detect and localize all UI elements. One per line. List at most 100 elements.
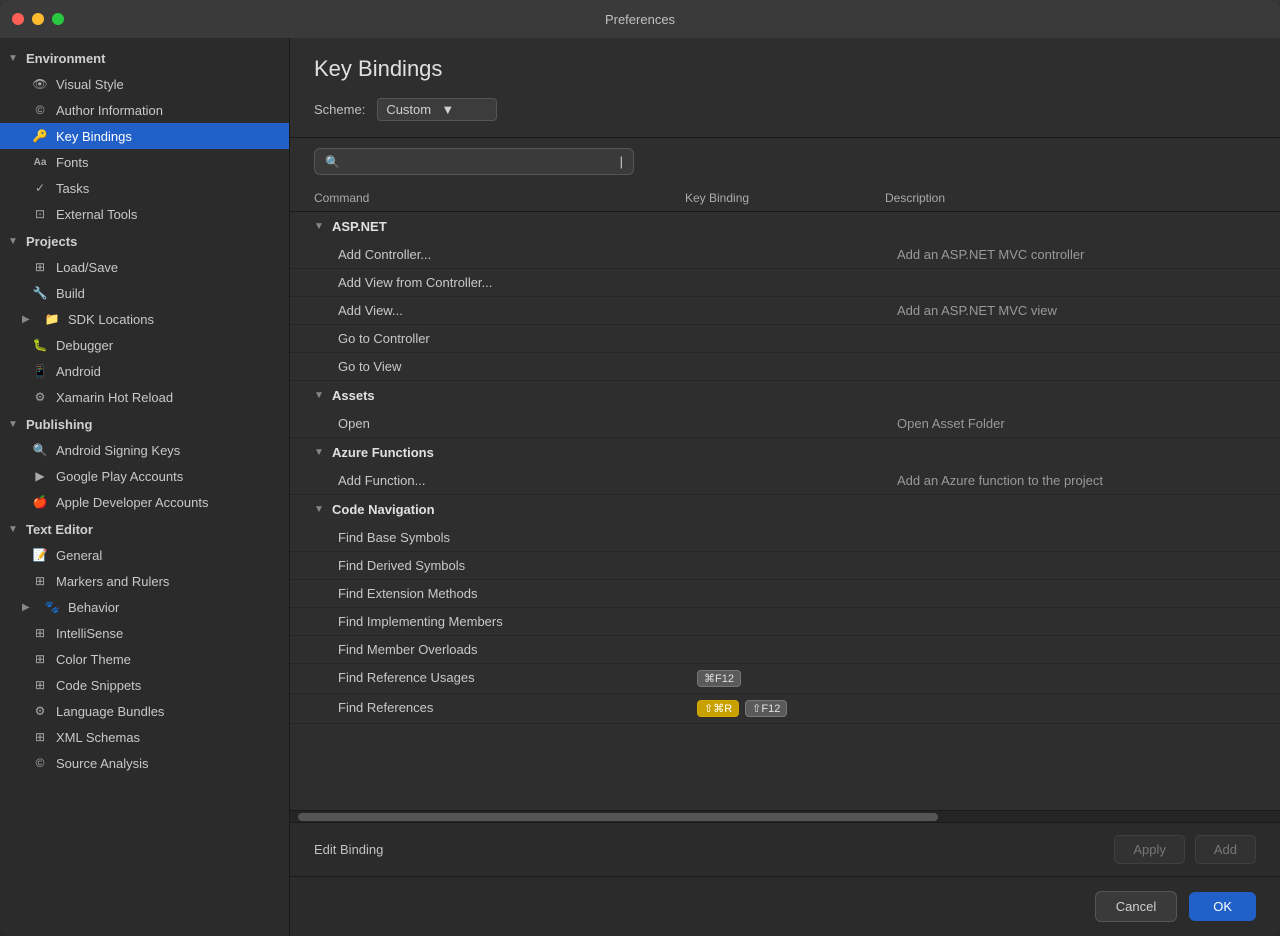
table-row[interactable]: Add Function... Add an Azure function to… xyxy=(290,467,1280,495)
cancel-button[interactable]: Cancel xyxy=(1095,891,1177,922)
command-description xyxy=(897,586,1256,601)
sidebar-item-label: Xamarin Hot Reload xyxy=(56,390,173,405)
sidebar-section-projects-label: Projects xyxy=(26,234,77,249)
table-row[interactable]: Go to View xyxy=(290,353,1280,381)
table-row[interactable]: Find References ⇧⌘R ⇧F12 xyxy=(290,694,1280,724)
sidebar-section-projects-header[interactable]: ▼ Projects xyxy=(0,229,289,254)
sidebar-item-sdk-locations[interactable]: ▶ 📁 SDK Locations xyxy=(0,306,289,332)
sidebar-item-code-snippets[interactable]: ⊞ Code Snippets xyxy=(0,672,289,698)
key-badge: ⌘F12 xyxy=(697,670,741,687)
sidebar-item-debugger[interactable]: 🐛 Debugger xyxy=(0,332,289,358)
table-row[interactable]: Add View from Controller... xyxy=(290,269,1280,297)
sidebar-section-publishing-header[interactable]: ▼ Publishing xyxy=(0,412,289,437)
sidebar-section-environment-header[interactable]: ▼ Environment xyxy=(0,46,289,71)
command-name: Find Base Symbols xyxy=(338,530,697,545)
sidebar-item-label: Tasks xyxy=(56,181,89,196)
table-body: ▼ ASP.NET Add Controller... Add an ASP.N… xyxy=(290,212,1280,724)
sidebar-section-text-editor-header[interactable]: ▼ Text Editor xyxy=(0,517,289,542)
sidebar-item-android-signing-keys[interactable]: 🔍 Android Signing Keys xyxy=(0,437,289,463)
key-badge-yellow: ⇧⌘R xyxy=(697,700,739,717)
search-input[interactable] xyxy=(346,154,614,169)
command-description: Add an ASP.NET MVC controller xyxy=(897,247,1256,262)
maximize-button[interactable] xyxy=(52,13,64,25)
edit-binding-label: Edit Binding xyxy=(314,842,1104,857)
sidebar-item-language-bundles[interactable]: ⚙ Language Bundles xyxy=(0,698,289,724)
sidebar-item-behavior[interactable]: ▶ 🐾 Behavior xyxy=(0,594,289,620)
signing-keys-icon: 🔍 xyxy=(32,442,48,458)
table-row[interactable]: Add View... Add an ASP.NET MVC view xyxy=(290,297,1280,325)
table-row[interactable]: Find Base Symbols xyxy=(290,524,1280,552)
section-azure-functions[interactable]: ▼ Azure Functions xyxy=(290,438,1280,467)
section-assets[interactable]: ▼ Assets xyxy=(290,381,1280,410)
close-button[interactable] xyxy=(12,13,24,25)
sidebar-item-visual-style[interactable]: 👁 Visual Style xyxy=(0,71,289,97)
sidebar-item-label: Android Signing Keys xyxy=(56,443,180,458)
column-key-binding: Key Binding xyxy=(685,191,885,205)
tasks-icon: ✓ xyxy=(32,180,48,196)
table-row[interactable]: Open Open Asset Folder xyxy=(290,410,1280,438)
command-binding xyxy=(697,558,897,573)
chevron-down-icon: ▼ xyxy=(8,53,22,64)
command-binding xyxy=(697,586,897,601)
titlebar: Preferences xyxy=(0,0,1280,38)
sidebar-item-xml-schemas[interactable]: ⊞ XML Schemas xyxy=(0,724,289,750)
table-row[interactable]: Find Implementing Members xyxy=(290,608,1280,636)
sidebar-item-tasks[interactable]: ✓ Tasks xyxy=(0,175,289,201)
apply-button[interactable]: Apply xyxy=(1114,835,1185,864)
command-binding xyxy=(697,473,897,488)
sidebar-section-publishing: ▼ Publishing 🔍 Android Signing Keys ▶ Go… xyxy=(0,412,289,515)
command-description: Open Asset Folder xyxy=(897,416,1256,431)
edit-binding-bar: Edit Binding Apply Add xyxy=(290,822,1280,876)
sidebar-item-general[interactable]: 📝 General xyxy=(0,542,289,568)
sidebar-item-build[interactable]: 🔧 Build xyxy=(0,280,289,306)
section-assets-title: Assets xyxy=(332,388,375,403)
horizontal-scrollbar[interactable] xyxy=(290,810,1280,822)
sidebar-item-external-tools[interactable]: ⊡ External Tools xyxy=(0,201,289,227)
column-description: Description xyxy=(885,191,1256,205)
sidebar-item-load-save[interactable]: ⊞ Load/Save xyxy=(0,254,289,280)
section-code-navigation[interactable]: ▼ Code Navigation xyxy=(290,495,1280,524)
key-badge: ⇧F12 xyxy=(745,700,787,717)
scheme-dropdown[interactable]: Custom ▼ xyxy=(377,98,497,121)
search-box[interactable]: 🔍 | xyxy=(314,148,634,175)
table-container[interactable]: ▼ ASP.NET Add Controller... Add an ASP.N… xyxy=(290,212,1280,810)
table-row[interactable]: Find Reference Usages ⌘F12 xyxy=(290,664,1280,694)
main-content: ▼ Environment 👁 Visual Style © Author In… xyxy=(0,38,1280,936)
table-row[interactable]: Find Member Overloads xyxy=(290,636,1280,664)
column-command: Command xyxy=(314,191,685,205)
command-description xyxy=(897,642,1256,657)
command-binding xyxy=(697,247,897,262)
scheme-label: Scheme: xyxy=(314,102,365,117)
command-name: Add Controller... xyxy=(338,247,697,262)
footer-bar: Cancel OK xyxy=(290,876,1280,936)
table-row[interactable]: Find Derived Symbols xyxy=(290,552,1280,580)
table-row[interactable]: Add Controller... Add an ASP.NET MVC con… xyxy=(290,241,1280,269)
sidebar-item-color-theme[interactable]: ⊞ Color Theme xyxy=(0,646,289,672)
command-name: Add View from Controller... xyxy=(338,275,697,290)
add-button[interactable]: Add xyxy=(1195,835,1256,864)
table-row[interactable]: Go to Controller xyxy=(290,325,1280,353)
sidebar-item-apple-developer-accounts[interactable]: 🍎 Apple Developer Accounts xyxy=(0,489,289,515)
sidebar-item-google-play-accounts[interactable]: ▶ Google Play Accounts xyxy=(0,463,289,489)
sidebar-item-intellisense[interactable]: ⊞ IntelliSense xyxy=(0,620,289,646)
command-description xyxy=(897,670,1256,687)
scrollbar-thumb[interactable] xyxy=(298,813,938,821)
sidebar-section-environment-label: Environment xyxy=(26,51,105,66)
sidebar-item-key-bindings[interactable]: 🔑 Key Bindings xyxy=(0,123,289,149)
ok-button[interactable]: OK xyxy=(1189,892,1256,921)
table-row[interactable]: Find Extension Methods xyxy=(290,580,1280,608)
sidebar-item-label: Color Theme xyxy=(56,652,131,667)
sidebar-item-android[interactable]: 📱 Android xyxy=(0,358,289,384)
minimize-button[interactable] xyxy=(32,13,44,25)
command-name: Add View... xyxy=(338,303,697,318)
code-snippets-icon: ⊞ xyxy=(32,677,48,693)
section-aspnet[interactable]: ▼ ASP.NET xyxy=(290,212,1280,241)
sidebar-item-author-information[interactable]: © Author Information xyxy=(0,97,289,123)
intellisense-icon: ⊞ xyxy=(32,625,48,641)
sidebar-item-label: External Tools xyxy=(56,207,137,222)
sidebar-item-source-analysis[interactable]: © Source Analysis xyxy=(0,750,289,776)
sidebar-item-markers-and-rulers[interactable]: ⊞ Markers and Rulers xyxy=(0,568,289,594)
sidebar-item-xamarin-hot-reload[interactable]: ⚙ Xamarin Hot Reload xyxy=(0,384,289,410)
command-binding xyxy=(697,331,897,346)
sidebar-item-fonts[interactable]: Aa Fonts xyxy=(0,149,289,175)
